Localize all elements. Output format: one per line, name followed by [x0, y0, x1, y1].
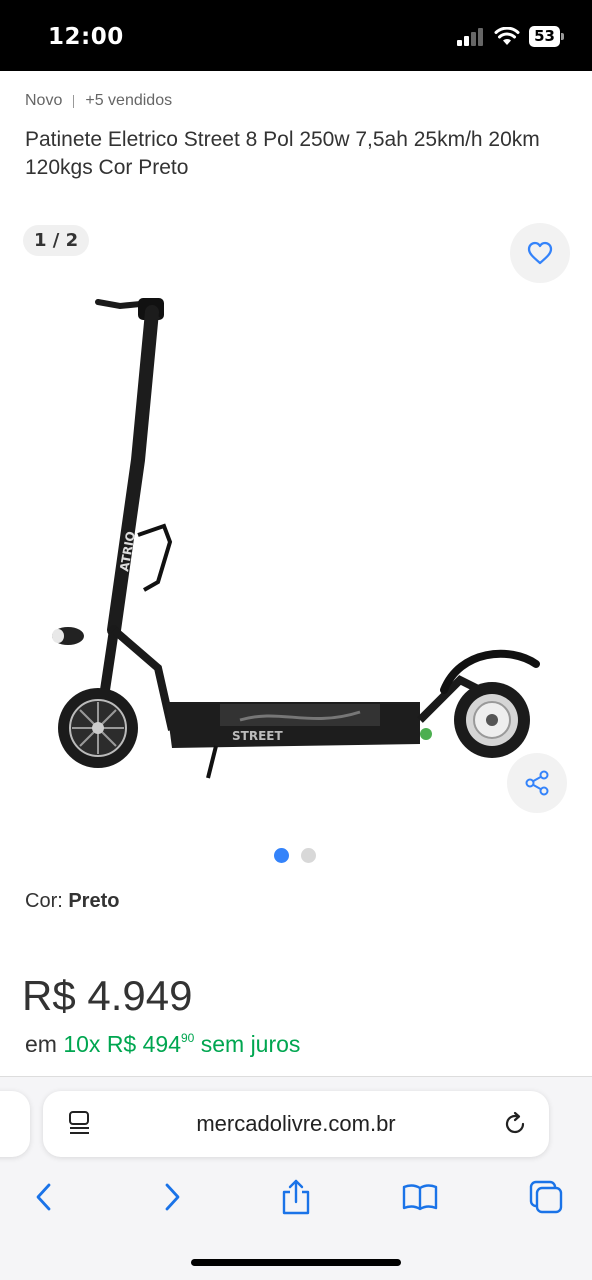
- share-icon: [525, 770, 549, 796]
- install-prefix: em: [25, 1031, 64, 1057]
- back-button[interactable]: [22, 1175, 66, 1219]
- book-icon: [402, 1184, 438, 1211]
- browser-toolbar: mercadolivre.com.br: [0, 1076, 592, 1280]
- wifi-icon: [494, 27, 520, 45]
- sold-count: +5 vendidos: [85, 92, 173, 109]
- battery-level: 53: [529, 26, 560, 47]
- product-meta: Novo +5 vendidos: [25, 92, 172, 110]
- installments: em 10x R$ 49490 sem juros: [25, 1031, 300, 1058]
- pagination-dot-active[interactable]: [274, 848, 289, 863]
- gallery-pagination: [274, 848, 316, 863]
- share-sheet-icon: [282, 1179, 310, 1215]
- image-deck-text: STREET: [232, 729, 283, 743]
- share-button[interactable]: [507, 753, 567, 813]
- status-bar: 12:00 53: [0, 0, 592, 71]
- product-price: R$ 4.949: [22, 972, 193, 1019]
- pagination-dot[interactable]: [301, 848, 316, 863]
- status-icons: 53: [457, 26, 564, 47]
- product-image: ATRIO STREET: [52, 298, 540, 779]
- share-sheet-button[interactable]: [274, 1175, 318, 1219]
- reload-icon[interactable]: [501, 1110, 529, 1143]
- previous-tab-preview[interactable]: [0, 1091, 30, 1157]
- condition-label: Novo: [25, 92, 63, 109]
- safari-nav-bar: [0, 1175, 592, 1219]
- battery-indicator: 53: [529, 26, 564, 47]
- tabs-icon: [529, 1180, 563, 1214]
- image-gallery[interactable]: 1 / 2 ATRIO STREET: [0, 210, 592, 840]
- install-cents: 90: [180, 1031, 195, 1045]
- home-indicator: [191, 1259, 401, 1266]
- color-label: Cor:: [25, 890, 69, 912]
- url-text[interactable]: mercadolivre.com.br: [43, 1111, 549, 1137]
- address-bar[interactable]: mercadolivre.com.br: [43, 1091, 549, 1157]
- color-selection: Cor: Preto: [25, 890, 119, 913]
- forward-button[interactable]: [150, 1175, 194, 1219]
- tabs-button[interactable]: [524, 1175, 568, 1219]
- meta-divider: [73, 94, 75, 108]
- product-title: Patinete Eletrico Street 8 Pol 250w 7,5a…: [25, 128, 540, 179]
- status-time: 12:00: [48, 24, 124, 50]
- color-value: Preto: [68, 890, 120, 912]
- chevron-left-icon: [36, 1183, 51, 1211]
- cellular-signal-icon: [457, 27, 484, 46]
- chevron-right-icon: [165, 1183, 180, 1211]
- bookmarks-button[interactable]: [398, 1175, 442, 1219]
- install-amount: 10x R$ 49490 sem juros: [63, 1031, 301, 1057]
